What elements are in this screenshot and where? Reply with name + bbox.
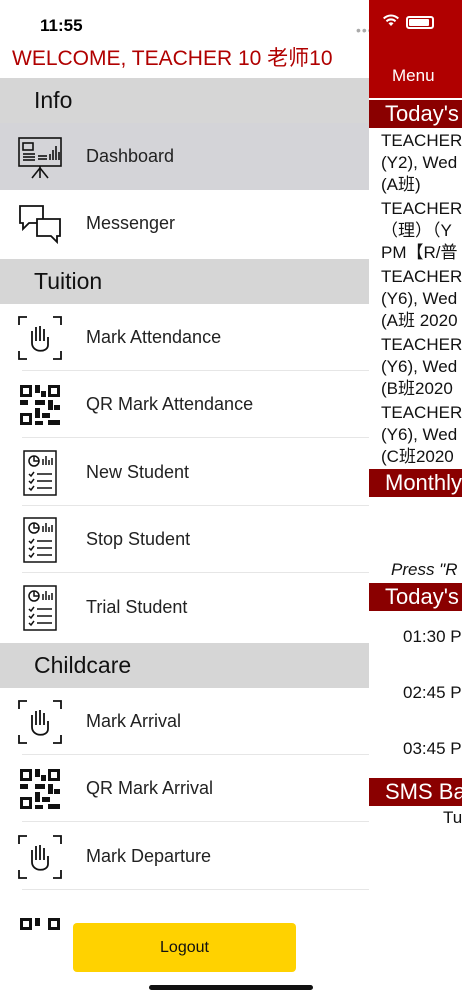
class-line: TEACHER: [381, 403, 462, 422]
menu-item-qr-mark-arrival[interactable]: QR Mark Arrival: [0, 755, 369, 822]
menu-item-trial-student[interactable]: Trial Student: [0, 574, 369, 641]
schedule-time: 02:45 P: [403, 683, 462, 702]
report-document-icon: [16, 449, 64, 497]
side-drawer: 11:55 ••• WELCOME, TEACHER 10 老师10 Info …: [0, 0, 369, 1000]
class-line: (Y6), Wed: [381, 357, 458, 376]
menu-item-mark-departure[interactable]: Mark Departure: [0, 823, 369, 890]
welcome-title: WELCOME, TEACHER 10 老师10: [12, 47, 333, 70]
qr-code-icon: [16, 900, 64, 948]
menu-item-stop-student[interactable]: Stop Student: [0, 506, 369, 573]
report-document-icon: [16, 516, 64, 564]
class-line: PM【R/普: [381, 243, 458, 262]
chat-bubbles-icon: [16, 200, 64, 248]
schedule-time: 01:30 P: [403, 627, 462, 646]
class-line: TEACHER: [381, 335, 462, 354]
wifi-icon: [382, 14, 400, 31]
menu-item-label: QR Mark Arrival: [86, 778, 214, 798]
class-line: (A班 2020: [381, 311, 458, 330]
todays-section-header: Today's: [369, 100, 462, 128]
press-hint: Press "R: [391, 560, 458, 579]
menu-item-label: Mark Arrival: [86, 711, 182, 731]
qr-code-icon: [16, 765, 64, 813]
monthly-section-header: Monthly: [369, 469, 462, 497]
menu-item-mark-arrival[interactable]: Mark Arrival: [0, 688, 369, 755]
menu-item-dashboard[interactable]: Dashboard: [0, 123, 369, 190]
menu-item-messenger[interactable]: Messenger: [0, 190, 369, 257]
class-line: TEACHER: [381, 131, 462, 150]
class-line: TEACHER: [381, 267, 462, 286]
class-line: (Y6), Wed: [381, 289, 458, 308]
class-line: (Y6), Wed: [381, 425, 458, 444]
more-dots-icon: •••: [356, 22, 369, 38]
status-time: 11:55: [40, 16, 83, 35]
class-line: (Y2), Wed: [381, 153, 458, 172]
hand-scan-icon: [16, 314, 64, 362]
schedule-time: 03:45 P: [403, 739, 462, 758]
menu-item-mark-attendance[interactable]: Mark Attendance: [0, 304, 369, 371]
hand-scan-icon: [16, 698, 64, 746]
sms-section-header: SMS Ba: [369, 778, 462, 806]
class-line: (C班2020: [381, 447, 454, 466]
class-line: TEACHER: [381, 199, 462, 218]
menu-item-label: Mark Attendance: [86, 327, 222, 347]
menu-item-qr-mark-attendance[interactable]: QR Mark Attendance: [0, 371, 369, 438]
todays-schedule-header: Today's: [369, 583, 462, 611]
menu-item-label: QR Mark Attendance: [86, 394, 254, 414]
section-childcare: Childcare: [0, 643, 369, 688]
menu-item-label: Trial Student: [86, 597, 188, 617]
menu-item-new-student[interactable]: New Student: [0, 439, 369, 506]
class-line: (B班2020: [381, 379, 453, 398]
logout-button[interactable]: Logout: [73, 923, 296, 972]
menu-item-label: Messenger: [86, 213, 176, 233]
class-line: (A班): [381, 175, 421, 194]
qr-code-icon: [16, 381, 64, 429]
section-info: Info: [0, 78, 369, 123]
report-document-icon: [16, 584, 64, 632]
home-indicator: [149, 985, 313, 990]
status-icons: [382, 14, 434, 31]
menu-item-label: Dashboard: [86, 146, 175, 166]
menu-item-label: New Student: [86, 462, 190, 482]
menu-item-label: Stop Student: [86, 529, 191, 549]
menu-button[interactable]: Menu: [392, 66, 435, 86]
sms-line: Tu: [443, 808, 462, 827]
section-tuition: Tuition: [0, 259, 369, 304]
presentation-board-icon: [16, 133, 64, 181]
battery-icon: [406, 16, 434, 29]
menu-item-label: Mark Departure: [86, 846, 212, 866]
class-line: （理）（Y: [381, 221, 452, 240]
hand-scan-icon: [16, 833, 64, 881]
